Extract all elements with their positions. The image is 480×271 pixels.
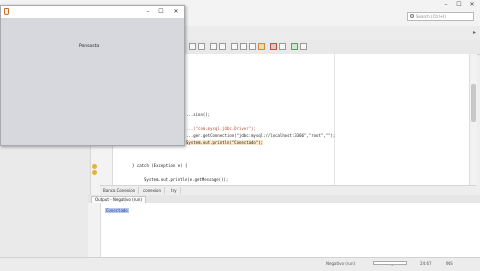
code-line: } catch (Exception e) { — [132, 163, 188, 168]
code-line: System.out.println(e.getMessage()); — [144, 177, 229, 182]
editor-vertical-scrollbar[interactable] — [469, 54, 477, 185]
nav-tab-method[interactable]: conexion — [140, 187, 166, 194]
java-app-window[interactable]: – ☐ ✕ Ponsosta — [0, 5, 185, 146]
macro-record-icon[interactable] — [291, 43, 298, 50]
status-insert-mode: INS — [446, 261, 453, 266]
code-line: ...("com.mysql.jdbc.Driver"); — [186, 126, 256, 131]
find-icon[interactable] — [231, 43, 238, 50]
status-caret-position: 24:67 — [420, 261, 432, 266]
ide-close-button[interactable]: ✕ — [466, 0, 478, 10]
window-label: Ponsosta — [79, 44, 100, 49]
code-line: System.out.println("Conectado"); — [186, 140, 264, 145]
projects-panel — [0, 146, 101, 270]
code-line: ...sion(); — [186, 112, 211, 117]
search-icon — [410, 14, 414, 18]
toggle-highlight-icon[interactable] — [258, 43, 265, 50]
code-line: ...ger.getConnection("jdbc:mysql://local… — [186, 133, 336, 138]
shift-left-icon[interactable] — [279, 43, 286, 50]
output-console[interactable] — [88, 203, 480, 257]
back-icon[interactable] — [210, 43, 217, 50]
editor-tab-strip: ▸ — [185, 26, 480, 41]
find-next-icon[interactable] — [249, 43, 256, 50]
output-text: Conectado — [105, 208, 129, 213]
desktop-screen: – ☐ ✕ Search (Ctrl+I) ▸ ...sion(); ...("… — [0, 0, 480, 271]
scrollbar-thumb[interactable] — [471, 84, 476, 122]
ide-maximize-button[interactable]: ☐ — [453, 0, 465, 10]
ide-search-input[interactable]: Search (Ctrl+I) — [407, 12, 474, 21]
window-title-bar[interactable]: – ☐ ✕ — [1, 6, 184, 19]
macro-stop-icon[interactable] — [300, 43, 307, 50]
status-progress-bar — [373, 261, 407, 265]
output-tab[interactable]: Output - Negativo (run) — [91, 196, 146, 203]
find-previous-icon[interactable] — [240, 43, 247, 50]
tabs-scroll-right-icon[interactable]: ▸ — [473, 29, 476, 36]
nav-tab-class[interactable]: Banco.Conexion — [100, 187, 140, 194]
warning-icon — [92, 164, 97, 169]
output-console-rail — [88, 203, 101, 257]
history-icon[interactable] — [198, 43, 205, 50]
minimize-button[interactable]: – — [141, 6, 155, 18]
status-run-label[interactable]: Negativo (run) — [326, 261, 355, 266]
editor-toolbar — [185, 40, 480, 55]
source-icon[interactable] — [189, 43, 196, 50]
close-button[interactable]: ✕ — [169, 6, 183, 18]
forward-icon[interactable] — [219, 43, 226, 50]
editor-right-margin — [334, 54, 335, 185]
toggle-bookmark-icon[interactable] — [270, 43, 277, 50]
ide-minimize-button[interactable]: – — [440, 0, 452, 10]
nav-tab-block[interactable]: try — [168, 187, 181, 194]
search-placeholder: Search (Ctrl+I) — [416, 14, 446, 19]
warning-icon — [92, 170, 97, 175]
maximize-button[interactable]: ☐ — [154, 6, 168, 18]
java-app-icon — [4, 8, 9, 15]
status-bar: Negativo (run) running... 24:67 INS — [0, 257, 480, 271]
